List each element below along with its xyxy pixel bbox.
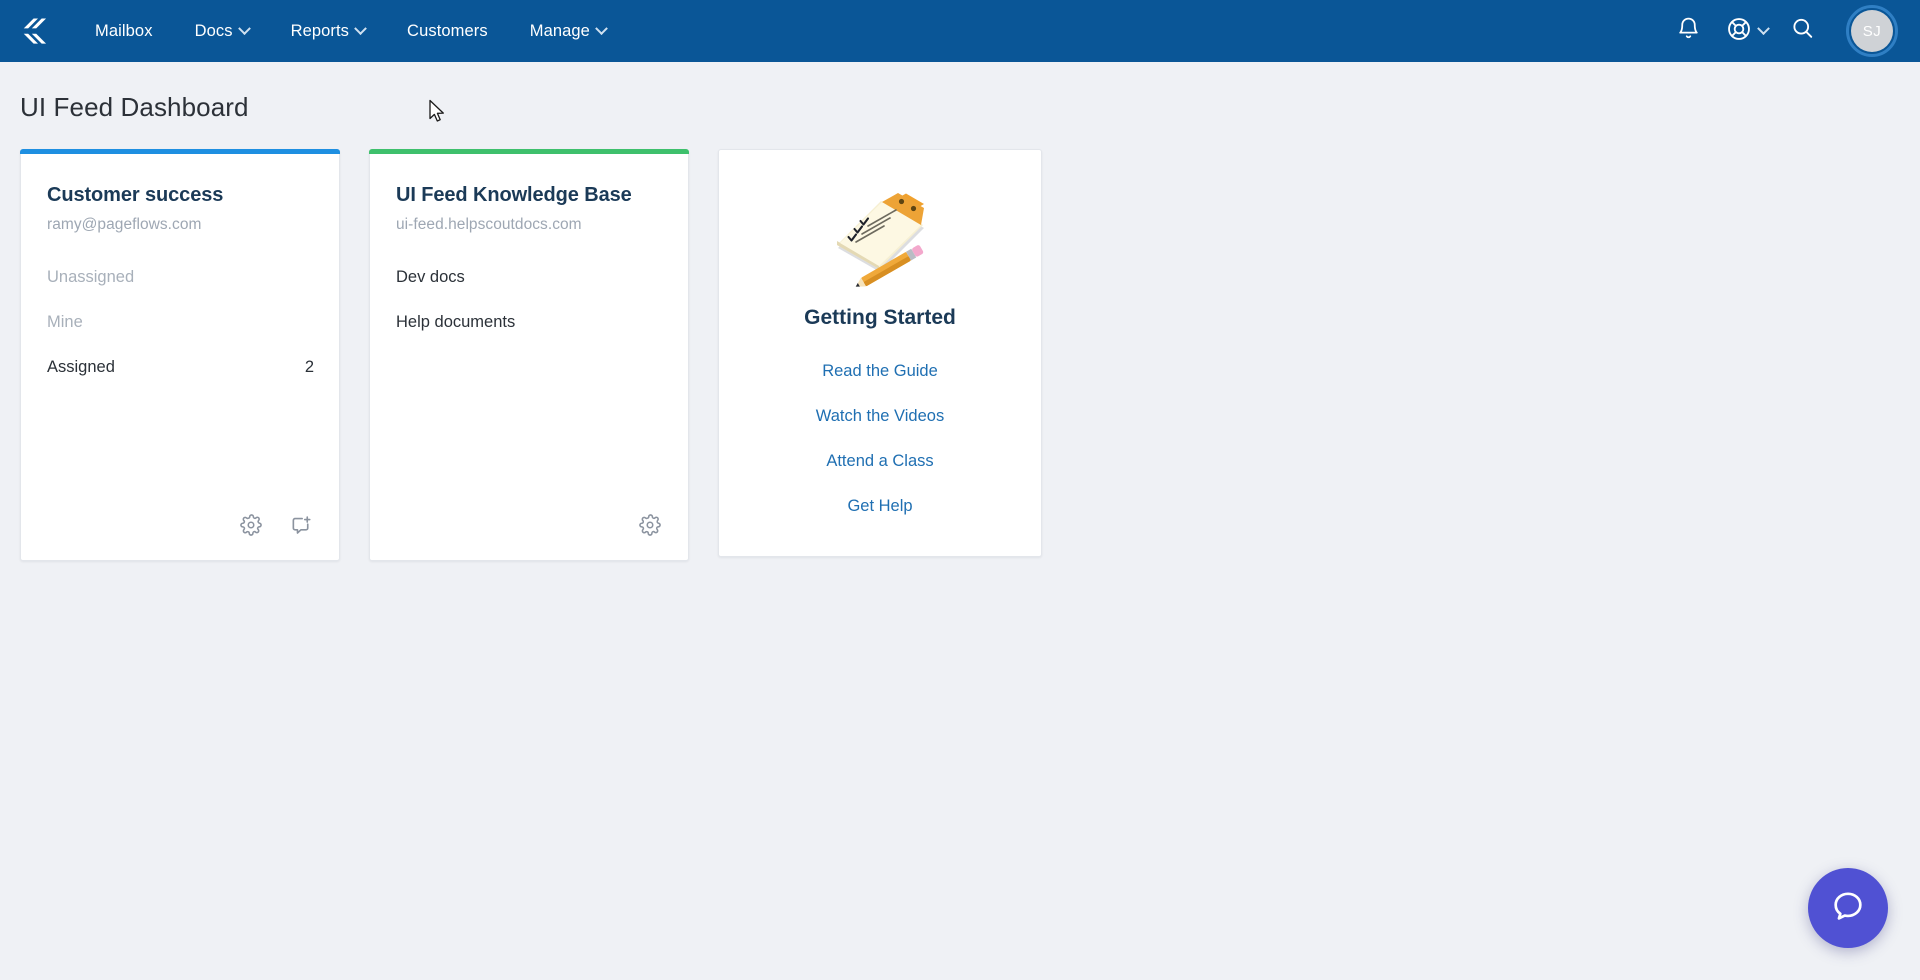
new-conversation-icon[interactable] — [288, 512, 314, 538]
notifications-button[interactable] — [1662, 5, 1714, 57]
search-button[interactable] — [1776, 5, 1828, 57]
help-menu-button[interactable] — [1718, 5, 1772, 57]
mailbox-card: Customer success ramy@pageflows.com Unas… — [20, 149, 340, 561]
link-watch-the-videos[interactable]: Watch the Videos — [816, 407, 944, 426]
nav-item-customers[interactable]: Customers — [386, 0, 509, 62]
mailbox-card-subtitle: ramy@pageflows.com — [47, 216, 314, 234]
main-nav-links: Mailbox Docs Reports Customers Manage — [74, 0, 627, 62]
nav-item-label: Manage — [530, 22, 590, 41]
chevron-down-icon — [238, 22, 251, 35]
docs-card: UI Feed Knowledge Base ui-feed.helpscout… — [369, 149, 689, 561]
notepad-pencil-illustration — [820, 188, 940, 292]
folder-label: Unassigned — [47, 268, 134, 287]
nav-item-mailbox[interactable]: Mailbox — [74, 0, 174, 62]
chevron-down-icon — [354, 22, 367, 35]
docs-card-footer — [396, 512, 663, 542]
nav-item-manage[interactable]: Manage — [509, 0, 627, 62]
nav-item-label: Reports — [291, 22, 349, 41]
docs-card-subtitle: ui-feed.helpscoutdocs.com — [396, 216, 663, 234]
docs-collection-dev-docs[interactable]: Dev docs — [396, 260, 663, 295]
docs-card-title: UI Feed Knowledge Base — [396, 184, 663, 207]
chat-beacon-button[interactable] — [1808, 868, 1888, 948]
folder-count: 2 — [305, 358, 314, 377]
mailbox-card-title: Customer success — [47, 184, 314, 207]
mailbox-folder-mine[interactable]: Mine — [47, 305, 314, 340]
nav-item-label: Customers — [407, 22, 488, 41]
nav-item-label: Docs — [195, 22, 233, 41]
bell-icon — [1676, 16, 1701, 46]
search-icon — [1790, 16, 1815, 46]
gear-icon[interactable] — [637, 512, 663, 538]
getting-started-links: Read the Guide Watch the Videos Attend a… — [745, 336, 1015, 516]
mailbox-folder-assigned[interactable]: Assigned 2 — [47, 350, 314, 385]
nav-item-docs[interactable]: Docs — [174, 0, 270, 62]
mailbox-folder-unassigned[interactable]: Unassigned — [47, 260, 314, 295]
folder-label: Mine — [47, 313, 83, 332]
helpscout-logo-icon[interactable] — [18, 14, 52, 48]
avatar[interactable]: SJ — [1846, 5, 1898, 57]
chevron-down-icon — [1757, 22, 1770, 35]
link-read-the-guide[interactable]: Read the Guide — [822, 362, 938, 381]
getting-started-card: Getting Started Read the Guide Watch the… — [718, 149, 1042, 557]
docs-collection-list: Dev docs Help documents — [396, 260, 663, 350]
gear-icon[interactable] — [238, 512, 264, 538]
docs-collection-help-documents[interactable]: Help documents — [396, 305, 663, 340]
top-navigation-bar: Mailbox Docs Reports Customers Manage — [0, 0, 1920, 62]
nav-right-actions: SJ — [1662, 5, 1898, 57]
docs-card-accent — [369, 149, 689, 154]
mailbox-card-footer — [47, 512, 314, 542]
link-get-help[interactable]: Get Help — [847, 497, 912, 516]
nav-item-label: Mailbox — [95, 22, 153, 41]
link-attend-a-class[interactable]: Attend a Class — [826, 452, 933, 471]
folder-label: Assigned — [47, 358, 115, 377]
mailbox-folder-list: Unassigned Mine Assigned 2 — [47, 260, 314, 395]
mailbox-card-accent — [20, 149, 340, 154]
page-title: UI Feed Dashboard — [0, 62, 1920, 123]
getting-started-title: Getting Started — [804, 306, 956, 330]
avatar-initials: SJ — [1851, 10, 1893, 52]
chat-bubble-icon — [1831, 889, 1865, 928]
life-ring-icon — [1726, 16, 1752, 47]
nav-item-reports[interactable]: Reports — [270, 0, 386, 62]
dashboard-cards: Customer success ramy@pageflows.com Unas… — [0, 123, 1920, 561]
chevron-down-icon — [595, 22, 608, 35]
